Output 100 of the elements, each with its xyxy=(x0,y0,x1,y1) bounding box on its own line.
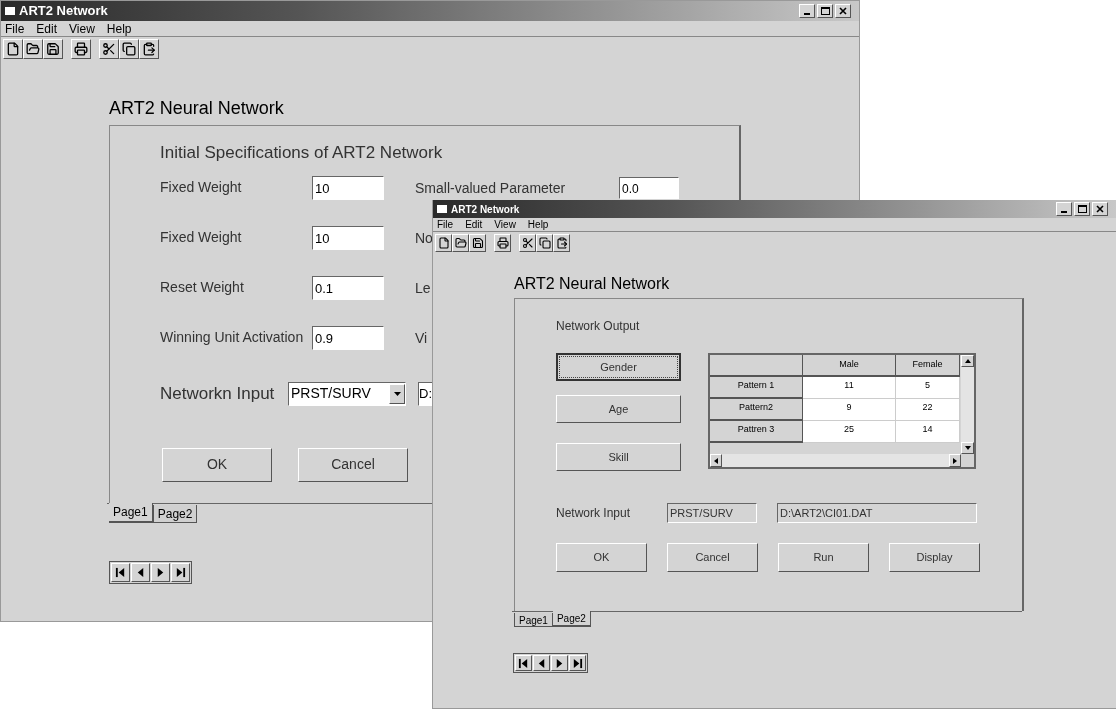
tab[interactable]: Page1 xyxy=(109,503,153,523)
vertical-scrollbar[interactable] xyxy=(961,355,974,454)
panel-title: Initial Specifications of ART2 Network xyxy=(160,142,444,164)
last-record-icon xyxy=(175,567,186,578)
input-field[interactable]: 10 xyxy=(312,225,384,250)
first-record-icon xyxy=(518,657,529,669)
field-label: Reset Weight xyxy=(160,278,245,297)
maximize-icon xyxy=(820,7,830,15)
tab[interactable]: Page2 xyxy=(152,505,198,523)
field-label: Fixed Weight xyxy=(160,178,243,197)
cut-button[interactable] xyxy=(99,39,119,59)
last-record-button[interactable] xyxy=(171,563,190,582)
app-icon xyxy=(5,7,15,15)
tab[interactable]: Page2 xyxy=(552,611,591,627)
minimize-icon xyxy=(1061,211,1067,213)
menu-item[interactable]: View xyxy=(69,19,95,38)
down-arrow-icon[interactable] xyxy=(964,446,971,450)
open-folder-icon xyxy=(454,237,467,249)
category-button[interactable]: Age xyxy=(556,395,681,423)
tab[interactable]: Page1 xyxy=(514,613,553,627)
up-arrow-icon[interactable] xyxy=(964,359,971,363)
field-label: Vi xyxy=(415,329,428,346)
field-label: Network Input xyxy=(556,505,632,522)
save-button[interactable] xyxy=(43,39,63,59)
cut-button[interactable] xyxy=(519,234,536,252)
field-label: Small-valued Parameter xyxy=(415,179,566,196)
table-cell: 5 xyxy=(896,377,960,399)
category-button[interactable]: Skill xyxy=(556,443,681,471)
maximize-icon xyxy=(1077,205,1087,213)
paste-button[interactable] xyxy=(139,39,159,59)
dialog-button[interactable]: Cancel xyxy=(667,543,758,572)
dialog-button[interactable]: Cancel xyxy=(298,447,408,482)
left-arrow-icon[interactable] xyxy=(714,457,718,464)
window-title: ART2 Network xyxy=(451,202,520,217)
menu-item[interactable]: Help xyxy=(527,217,549,232)
next-record-button[interactable] xyxy=(151,563,170,582)
minimize-button[interactable] xyxy=(1056,202,1072,216)
menu-item[interactable]: Edit xyxy=(36,19,58,38)
next-record-button[interactable] xyxy=(551,655,568,671)
maximize-button[interactable] xyxy=(817,4,833,18)
maximize-button[interactable] xyxy=(1074,202,1090,216)
menu-item[interactable]: View xyxy=(494,217,516,232)
table-cell: 11 xyxy=(803,377,896,399)
last-record-button[interactable] xyxy=(569,655,586,671)
last-record-icon xyxy=(572,657,583,669)
menu-item[interactable]: Help xyxy=(106,19,132,38)
open-folder-icon xyxy=(26,42,40,56)
new-file-icon xyxy=(437,237,450,249)
print-icon xyxy=(496,237,509,249)
save-button[interactable] xyxy=(469,234,486,252)
input-field[interactable]: PRST/SURV xyxy=(667,503,757,523)
menu-item[interactable]: Edit xyxy=(465,217,483,232)
new-file-button[interactable] xyxy=(435,234,452,252)
menu-item[interactable]: File xyxy=(437,217,454,232)
field-label: No xyxy=(415,229,433,246)
close-icon xyxy=(1096,205,1104,213)
dialog-button[interactable]: OK xyxy=(556,543,647,572)
new-file-icon xyxy=(6,42,20,56)
page-heading: ART2 Neural Network xyxy=(514,274,671,294)
input-field[interactable]: 10 xyxy=(312,175,384,200)
first-record-button[interactable] xyxy=(111,563,130,582)
horizontal-scrollbar[interactable] xyxy=(710,454,961,467)
minimize-icon xyxy=(804,13,810,15)
open-folder-button[interactable] xyxy=(23,39,43,59)
previous-record-icon xyxy=(536,657,547,669)
open-folder-button[interactable] xyxy=(452,234,469,252)
table-cell: 14 xyxy=(896,421,960,443)
paste-button[interactable] xyxy=(553,234,570,252)
new-file-button[interactable] xyxy=(3,39,23,59)
page-heading: ART2 Neural Network xyxy=(109,97,285,119)
table-cell: 22 xyxy=(896,399,960,421)
print-icon xyxy=(74,42,88,56)
previous-record-button[interactable] xyxy=(131,563,150,582)
copy-button[interactable] xyxy=(536,234,553,252)
next-record-icon xyxy=(155,567,166,578)
dialog-button[interactable]: Display xyxy=(889,543,980,572)
previous-record-button[interactable] xyxy=(533,655,550,671)
field-label: Networkn Input xyxy=(160,382,276,405)
next-record-icon xyxy=(554,657,565,669)
print-button[interactable] xyxy=(494,234,511,252)
input-field[interactable]: 0.9 xyxy=(312,325,384,350)
close-button[interactable] xyxy=(1092,202,1108,216)
input-field[interactable]: 0.1 xyxy=(312,275,384,300)
window-title: ART2 Network xyxy=(19,2,108,21)
right-arrow-icon[interactable] xyxy=(953,457,957,464)
dialog-button[interactable]: OK xyxy=(162,447,272,482)
copy-button[interactable] xyxy=(119,39,139,59)
menu-item[interactable]: File xyxy=(5,19,25,38)
print-button[interactable] xyxy=(71,39,91,59)
dropdown[interactable]: PRST/SURV xyxy=(288,381,406,406)
close-icon xyxy=(839,7,847,15)
minimize-button[interactable] xyxy=(799,4,815,18)
input-field[interactable]: 0.0 xyxy=(619,176,679,199)
input-field[interactable]: D:\ART2\CI01.DAT xyxy=(777,503,977,523)
table-cell: 9 xyxy=(803,399,896,421)
close-button[interactable] xyxy=(835,4,851,18)
dialog-button[interactable]: Run xyxy=(778,543,869,572)
previous-record-icon xyxy=(135,567,146,578)
first-record-button[interactable] xyxy=(515,655,532,671)
category-button[interactable]: Gender xyxy=(556,353,681,381)
